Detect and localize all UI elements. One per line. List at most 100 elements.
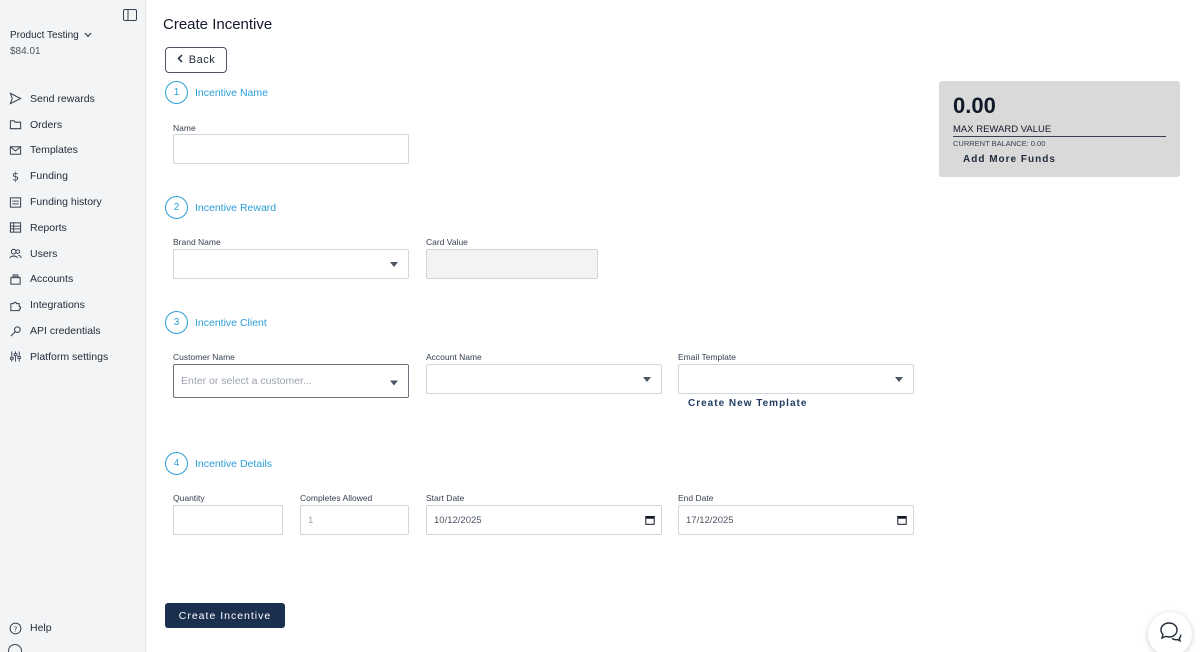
sidebar-item-platform-settings[interactable]: Platform settings [8,344,142,370]
end-date-label: End Date [678,493,714,503]
stack-icon [8,272,22,286]
step-number: 3 [165,311,188,334]
brand-name-label: Brand Name [173,237,221,247]
customer-name-combobox[interactable]: Enter or select a customer... [173,364,409,398]
completes-allowed-value: 1 [308,514,314,526]
email-template-label: Email Template [678,352,736,362]
brand-name-select[interactable] [173,249,409,279]
sidebar-item-templates[interactable]: Templates [8,138,142,164]
step-incentive-reward: 2 Incentive Reward [165,196,276,219]
calendar-icon[interactable] [897,515,907,525]
start-date-input[interactable]: 10/12/2025 [426,505,662,535]
step-incentive-client: 3 Incentive Client [165,311,267,334]
create-incentive-button[interactable]: Create Incentive [165,603,285,628]
account-name-label: Account Name [426,352,482,362]
end-date-value: 17/12/2025 [686,514,734,526]
completes-allowed-input[interactable]: 1 [300,505,409,535]
sliders-icon [8,350,22,364]
step-number: 4 [165,452,188,475]
email-template-select[interactable] [678,364,914,394]
chat-icon [1158,621,1182,648]
dropdown-arrow-icon [643,377,651,382]
org-switcher[interactable]: Product Testing [10,30,92,41]
svg-text:$: $ [11,170,18,182]
sidebar-item-users[interactable]: Users [8,241,142,267]
dropdown-arrow-icon [390,380,398,386]
sidebar-item-reports[interactable]: Reports [8,215,142,241]
chat-support-button[interactable] [1148,612,1192,652]
sidebar-item-send-rewards[interactable]: Send rewards [8,86,142,112]
list-icon [8,195,22,209]
calendar-icon[interactable] [645,515,655,525]
card-value-input [426,249,598,279]
max-reward-label: MAX REWARD VALUE [953,124,1166,137]
dropdown-arrow-icon [390,262,398,267]
dollar-icon: $ [8,169,22,183]
account-name-select[interactable] [426,364,662,394]
help-icon: ? [8,621,22,635]
name-input[interactable] [173,134,409,164]
back-label: Back [188,54,216,66]
org-balance: $84.01 [10,46,41,57]
create-new-template-button[interactable]: Create New Template [688,398,807,409]
key-icon [8,324,22,338]
back-button[interactable]: Back [165,47,227,73]
sidebar-item-funding-history[interactable]: Funding history [8,189,142,215]
step-number: 2 [165,196,188,219]
sidebar-item-label: API credentials [30,325,101,338]
start-date-label: Start Date [426,493,465,503]
org-name: Product Testing [10,30,79,42]
customer-placeholder: Enter or select a customer... [181,375,312,387]
sidebar-item-label: Platform settings [30,350,109,363]
puzzle-icon [8,298,22,312]
sidebar: Product Testing $84.01 Send rewards Orde… [0,0,146,652]
sidebar-item-accounts[interactable]: Accounts [8,267,142,293]
current-balance: CURRENT BALANCE: 0.00 [953,139,1046,148]
dropdown-arrow-icon [895,377,903,382]
sidebar-item-label: Accounts [30,273,74,286]
start-date-value: 10/12/2025 [434,514,482,526]
completes-allowed-label: Completes Allowed [300,493,373,503]
sidebar-item-label: Funding history [30,196,102,209]
step-number: 1 [165,81,188,104]
sidebar-item-integrations[interactable]: Integrations [8,292,142,318]
name-label: Name [173,123,196,133]
table-icon [8,221,22,235]
max-reward-value: 0.00 [953,93,996,118]
step-label: Incentive Details [195,457,273,470]
sidebar-item-label: Reports [30,221,67,234]
chevron-down-icon [84,30,92,41]
sidebar-item-orders[interactable]: Orders [8,112,142,138]
customer-name-label: Customer Name [173,352,235,362]
add-more-funds-button[interactable]: Add More Funds [963,154,1056,165]
end-date-input[interactable]: 17/12/2025 [678,505,914,535]
page-title: Create Incentive [163,16,273,33]
quantity-input[interactable] [173,505,283,535]
svg-text:?: ? [13,624,17,633]
sidebar-item-api-credentials[interactable]: API credentials [8,318,142,344]
send-icon [8,92,22,106]
step-incentive-details: 4 Incentive Details [165,452,272,475]
step-label: Incentive Reward [195,201,277,214]
profile-icon[interactable] [8,644,22,652]
sidebar-item-label: Templates [30,144,78,157]
step-label: Incentive Client [195,316,267,329]
sidebar-item-help[interactable]: ? Help [8,621,52,635]
sidebar-item-funding[interactable]: $ Funding [8,163,142,189]
users-icon [8,247,22,261]
chevron-left-icon [177,54,183,66]
help-label: Help [30,622,52,634]
sidebar-item-label: Funding [30,170,68,183]
sidebar-nav: Send rewards Orders Templates $ Funding … [8,86,142,370]
sidebar-item-label: Send rewards [30,92,95,105]
sidebar-toggle-icon[interactable] [123,8,137,21]
card-value-label: Card Value [426,237,468,247]
sidebar-item-label: Orders [30,118,63,131]
step-incentive-name: 1 Incentive Name [165,81,268,104]
quantity-label: Quantity [173,493,205,503]
mail-icon [8,143,22,157]
sidebar-item-label: Users [30,247,58,260]
step-label: Incentive Name [195,86,268,99]
reward-summary-card: 0.00 MAX REWARD VALUE CURRENT BALANCE: 0… [939,81,1180,177]
folder-icon [8,118,22,132]
